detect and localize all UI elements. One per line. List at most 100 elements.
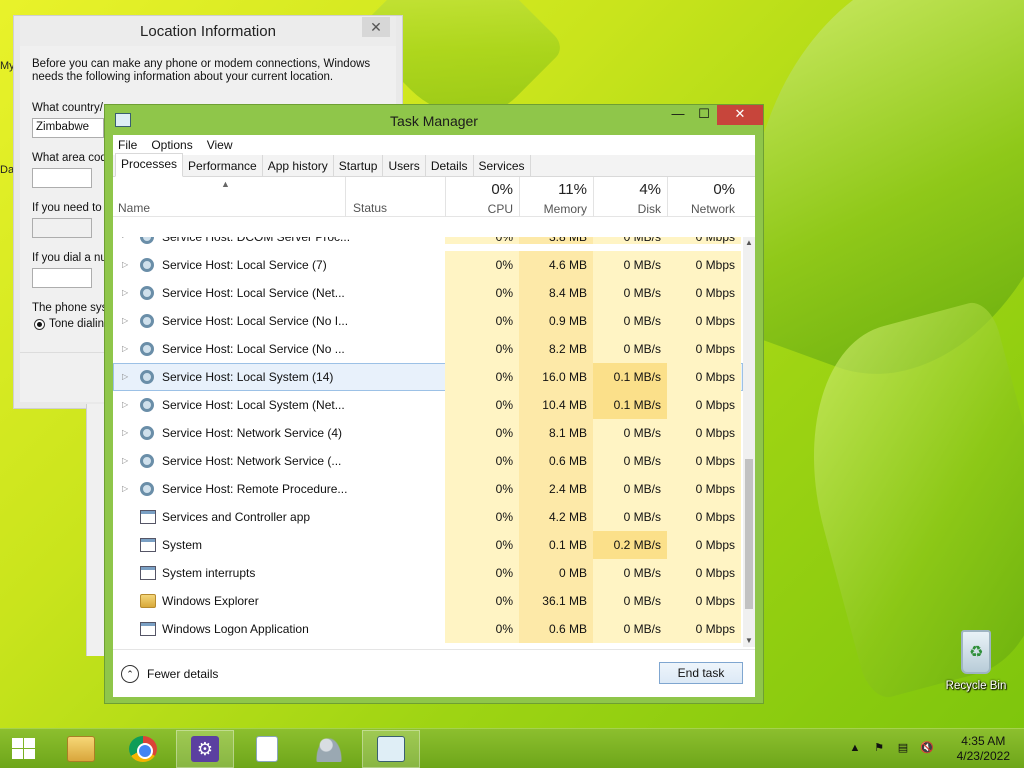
expand-chevron-icon[interactable]: ▷ xyxy=(122,237,128,239)
scroll-down-icon[interactable]: ▼ xyxy=(743,635,755,647)
process-disk: 0 MB/s xyxy=(593,279,667,307)
expand-chevron-icon[interactable]: ▷ xyxy=(122,428,128,437)
fewer-details-button[interactable]: ⌃ Fewer details xyxy=(121,665,218,683)
outside-line-input[interactable] xyxy=(32,268,92,288)
gear-icon xyxy=(140,314,154,328)
gear-icon xyxy=(140,398,154,412)
process-disk: 0 MB/s xyxy=(593,615,667,643)
expand-chevron-icon[interactable]: ▷ xyxy=(122,344,128,353)
gear-icon xyxy=(140,258,154,272)
start-button[interactable] xyxy=(12,738,36,760)
process-name: Service Host: Local Service (No ... xyxy=(162,342,345,356)
tab-details[interactable]: Details xyxy=(425,155,474,176)
process-row[interactable]: ▷ Service Host: Remote Procedure... 0% 2.4 … xyxy=(113,475,743,503)
taskbar-phone-dialer[interactable] xyxy=(300,730,358,768)
scroll-up-icon[interactable]: ▲ xyxy=(743,237,755,249)
column-divider[interactable] xyxy=(345,177,346,217)
process-row[interactable]: System interrupts 0% 0 MB 0 MB/s 0 Mbps xyxy=(113,559,743,587)
carrier-code-input[interactable] xyxy=(32,218,92,238)
column-header-cpu[interactable]: 0% CPU xyxy=(445,177,519,217)
task-manager-titlebar[interactable]: Task Manager — ☐ ✕ xyxy=(113,105,763,135)
app-window-icon xyxy=(140,566,156,580)
network-total: 0% xyxy=(713,181,735,198)
taskbar-file-explorer[interactable] xyxy=(52,730,110,768)
process-row[interactable]: ▷ Service Host: DCOM Server Proc... 0%3.8 … xyxy=(113,237,743,251)
recycle-bin-shortcut[interactable]: Recycle Bin xyxy=(944,630,1008,692)
desktop-icon-label[interactable]: Da xyxy=(0,164,14,176)
country-select[interactable]: Zimbabwe xyxy=(32,118,104,138)
menu-file[interactable]: File xyxy=(118,138,137,152)
expand-chevron-icon[interactable]: ▷ xyxy=(122,400,128,409)
process-name: Service Host: DCOM Server Proc... xyxy=(162,237,351,244)
column-header-network[interactable]: 0% Network xyxy=(667,177,741,217)
taskbar-document[interactable] xyxy=(238,730,296,768)
process-row[interactable]: ▷ Service Host: Local Service (No I... 0% 0… xyxy=(113,307,743,335)
task-manager-icon xyxy=(377,736,405,762)
process-row[interactable]: ▷ Service Host: Local Service (No ... 0% 8.… xyxy=(113,335,743,363)
gear-icon xyxy=(140,370,154,384)
end-task-button[interactable]: End task xyxy=(659,662,743,684)
column-header-status[interactable]: Status xyxy=(353,201,387,215)
expand-chevron-icon[interactable]: ▷ xyxy=(122,456,128,465)
area-code-input[interactable] xyxy=(32,168,92,188)
tab-users[interactable]: Users xyxy=(383,155,426,176)
expand-chevron-icon[interactable]: ▷ xyxy=(122,484,128,493)
process-row[interactable]: ▷ Service Host: Local Service (Net... 0% 8.… xyxy=(113,279,743,307)
scroll-thumb[interactable] xyxy=(745,459,753,609)
expand-chevron-icon[interactable]: ▷ xyxy=(122,260,128,269)
process-name: Service Host: Network Service (... xyxy=(162,454,342,468)
tab-performance[interactable]: Performance xyxy=(183,155,263,176)
tab-app-history[interactable]: App history xyxy=(262,155,334,176)
volume-muted-icon[interactable]: 🔇 xyxy=(920,741,934,755)
desktop-icon-label[interactable]: My xyxy=(0,60,15,72)
action-center-flag-icon[interactable]: ⚑ xyxy=(872,741,886,755)
process-name: Service Host: Local System (14) xyxy=(162,370,334,384)
process-network: 0 Mbps xyxy=(667,587,741,615)
column-header-name[interactable]: Name xyxy=(118,201,150,215)
maximize-button[interactable]: ☐ xyxy=(691,105,717,125)
notification-area: ▲ ⚑ ▤ 🔇 xyxy=(848,741,934,755)
close-button[interactable]: ✕ xyxy=(717,105,763,125)
process-memory: 0.6 MB xyxy=(519,447,593,475)
clock-time: 4:35 AM xyxy=(961,734,1006,748)
process-row[interactable]: ▷ Service Host: Local System (Net... 0% 10.… xyxy=(113,391,743,419)
clock[interactable]: 4:35 AM 4/23/2022 xyxy=(957,734,1010,764)
expand-chevron-icon[interactable]: ▷ xyxy=(122,316,128,325)
vertical-scrollbar[interactable]: ▲ ▼ xyxy=(743,237,755,647)
taskbar-task-manager[interactable] xyxy=(362,730,420,768)
taskbar-settings[interactable]: ⚙ xyxy=(176,730,234,768)
process-row[interactable]: ▷ Service Host: Local System (14) 0% 16.0 M… xyxy=(113,363,743,391)
process-name: Services and Controller app xyxy=(162,510,311,524)
disk-total: 4% xyxy=(639,181,661,198)
tone-dialing-label: Tone dialing xyxy=(49,318,111,330)
process-row[interactable]: Services and Controller app 0% 4.2 MB 0 MB/… xyxy=(113,503,743,531)
process-row[interactable]: Windows Logon Application 0% 0.6 MB 0 MB/s 0… xyxy=(113,615,743,643)
tab-services[interactable]: Services xyxy=(473,155,531,176)
tab-processes[interactable]: Processes xyxy=(115,153,184,177)
show-hidden-icons-icon[interactable]: ▲ xyxy=(848,741,862,755)
process-row[interactable]: System 0% 0.1 MB 0.2 MB/s 0 Mbps xyxy=(113,531,743,559)
expand-chevron-icon[interactable]: ▷ xyxy=(122,288,128,297)
expand-chevron-icon[interactable]: ▷ xyxy=(122,372,128,381)
app-window-icon xyxy=(140,622,156,636)
process-row[interactable]: ▷ Service Host: Network Service (... 0% 0.6… xyxy=(113,447,743,475)
process-row[interactable]: ▷ Service Host: Local Service (7) 0% 4.6 MB… xyxy=(113,251,743,279)
process-memory: 16.0 MB xyxy=(519,363,593,391)
dialog-titlebar[interactable]: Location Information ✕ xyxy=(20,16,396,46)
process-memory: 4.2 MB xyxy=(519,503,593,531)
process-row[interactable]: ▷ Service Host: Network Service (4) 0% 8.1 … xyxy=(113,419,743,447)
dialog-close-button[interactable]: ✕ xyxy=(362,17,390,37)
minimize-icon: — xyxy=(671,106,685,121)
menu-view[interactable]: View xyxy=(207,138,233,152)
process-row[interactable]: Windows Explorer 0% 36.1 MB 0 MB/s 0 Mbps xyxy=(113,587,743,615)
menu-options[interactable]: Options xyxy=(151,138,192,152)
process-network: 0 Mbps xyxy=(667,391,741,419)
column-header-disk[interactable]: 4% Disk xyxy=(593,177,667,217)
minimize-button[interactable]: — xyxy=(665,105,691,125)
taskbar-chrome[interactable] xyxy=(114,730,172,768)
column-header-memory[interactable]: 11% Memory xyxy=(519,177,593,217)
tab-startup[interactable]: Startup xyxy=(333,155,384,176)
network-icon[interactable]: ▤ xyxy=(896,741,910,755)
dialog-title: Location Information xyxy=(140,23,276,40)
app-window-icon xyxy=(140,510,156,524)
